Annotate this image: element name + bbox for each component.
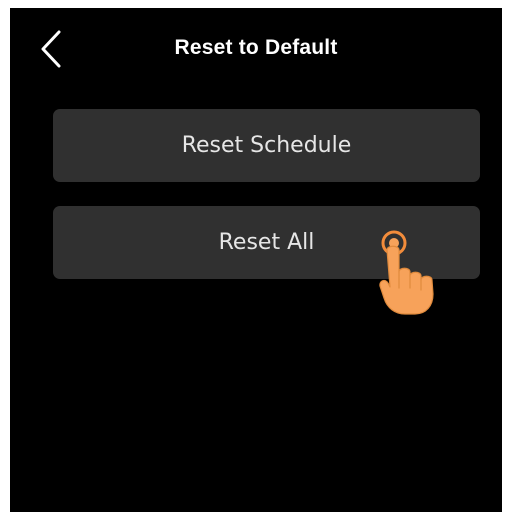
reset-schedule-label: Reset Schedule: [181, 133, 352, 158]
reset-all-label: Reset All: [218, 230, 315, 255]
reset-schedule-button[interactable]: Reset Schedule: [53, 109, 480, 182]
tap-hand-icon: [377, 230, 439, 316]
reset-to-default-screen: Reset to Default Reset Schedule Reset Al…: [10, 8, 502, 512]
page-title: Reset to Default: [174, 36, 338, 59]
